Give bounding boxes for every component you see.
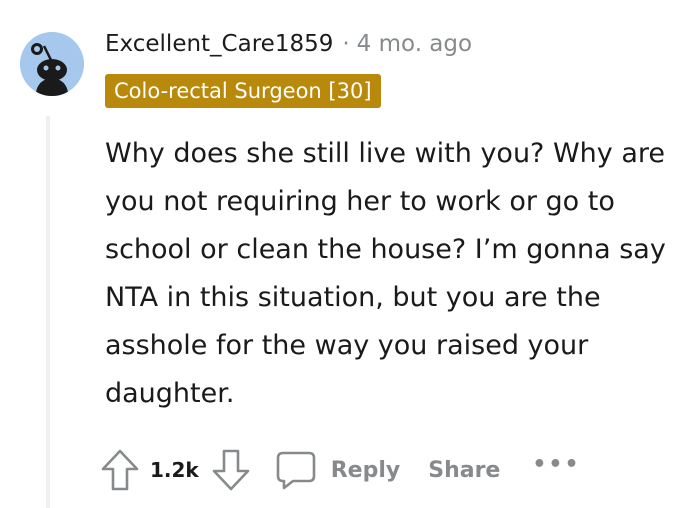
more-options-icon[interactable]: ••• [532, 452, 580, 477]
thread-line[interactable] [46, 116, 50, 508]
comment-timestamp[interactable]: 4 mo. ago [357, 31, 472, 57]
comment: Excellent_Care1859 · 4 mo. ago Colo-rect… [0, 0, 700, 508]
comment-actions-bar: 1.2k Reply Share ••• [100, 442, 581, 498]
header-separator: · [342, 31, 350, 57]
reply-button[interactable]: Reply [275, 449, 401, 491]
author-username[interactable]: Excellent_Care1859 [105, 31, 333, 57]
reddit-snoo-avatar-icon[interactable] [20, 32, 84, 96]
comment-header: Excellent_Care1859 · 4 mo. ago [105, 26, 472, 62]
user-flair-badge: Colo-rectal Surgeon [30] [105, 74, 381, 108]
comment-body: Why does she still live with you? Why ar… [105, 138, 666, 409]
vote-count: 1.2k [150, 458, 199, 482]
speech-bubble-icon [275, 449, 317, 491]
arrow-down-icon[interactable] [211, 448, 251, 492]
share-button[interactable]: Share [428, 458, 500, 483]
reply-label: Reply [330, 457, 401, 483]
arrow-up-icon[interactable] [100, 448, 140, 492]
